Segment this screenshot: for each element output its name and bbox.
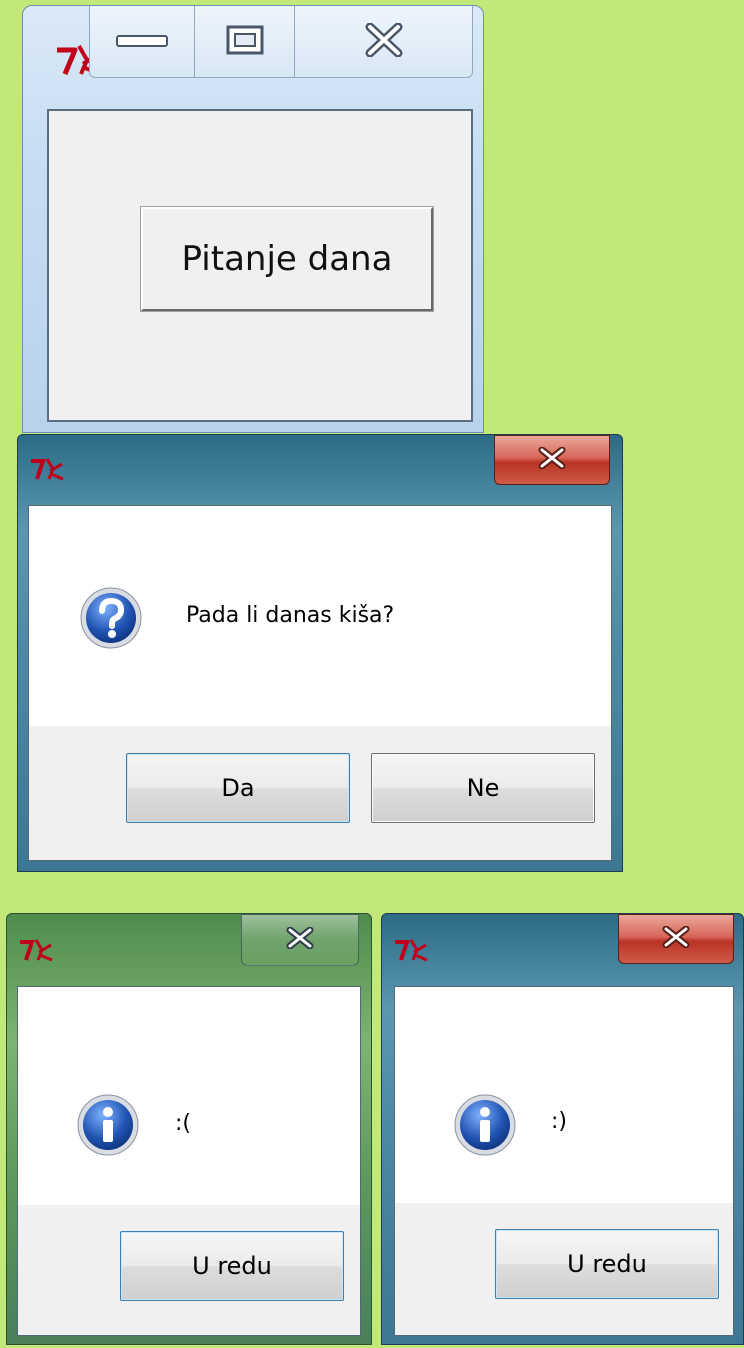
close-button[interactable] xyxy=(295,6,473,78)
happy-button-area: U redu xyxy=(395,1203,733,1335)
ok-button[interactable]: U redu xyxy=(120,1231,344,1301)
minimize-icon xyxy=(115,30,169,54)
ok-button-label: U redu xyxy=(567,1250,647,1278)
sad-dialog: :( U redu xyxy=(6,913,372,1345)
question-button-label: Pitanje dana xyxy=(181,239,393,279)
info-icon xyxy=(76,1093,140,1161)
main-window: Pitanje dana xyxy=(22,5,484,433)
close-icon xyxy=(286,926,314,953)
info-icon xyxy=(453,1093,517,1161)
yes-button-label: Da xyxy=(221,774,255,802)
minimize-button[interactable] xyxy=(89,6,195,78)
no-button[interactable]: Ne xyxy=(371,753,595,823)
happy-dialog-client: :) U redu xyxy=(394,986,734,1336)
question-dialog: Pada li danas kiša? Da Ne xyxy=(17,434,623,872)
ok-button[interactable]: U redu xyxy=(495,1229,719,1299)
happy-message: :) xyxy=(551,1109,567,1134)
maximize-button[interactable] xyxy=(195,6,295,78)
ok-button-label: U redu xyxy=(192,1252,272,1280)
main-client-area: Pitanje dana xyxy=(47,109,473,422)
sad-button-area: U redu xyxy=(18,1205,360,1335)
close-button[interactable] xyxy=(494,435,610,485)
question-button-area: Da Ne xyxy=(29,726,611,860)
maximize-icon xyxy=(225,24,265,60)
tk-feather-icon xyxy=(19,938,55,968)
happy-dialog: :) U redu xyxy=(381,913,744,1345)
tk-feather-icon xyxy=(30,457,66,487)
question-dialog-client: Pada li danas kiša? Da Ne xyxy=(28,505,612,861)
close-icon xyxy=(538,446,566,473)
tk-feather-icon xyxy=(394,938,430,968)
question-of-the-day-button[interactable]: Pitanje dana xyxy=(140,206,434,312)
close-icon xyxy=(364,22,404,61)
sad-dialog-client: :( U redu xyxy=(17,986,361,1336)
close-button[interactable] xyxy=(618,914,734,964)
sad-message: :( xyxy=(175,1111,191,1136)
close-icon xyxy=(662,925,690,952)
question-message: Pada li danas kiša? xyxy=(186,603,395,628)
no-button-label: Ne xyxy=(466,774,500,802)
close-button[interactable] xyxy=(241,914,359,966)
question-icon xyxy=(79,586,143,654)
yes-button[interactable]: Da xyxy=(126,753,350,823)
